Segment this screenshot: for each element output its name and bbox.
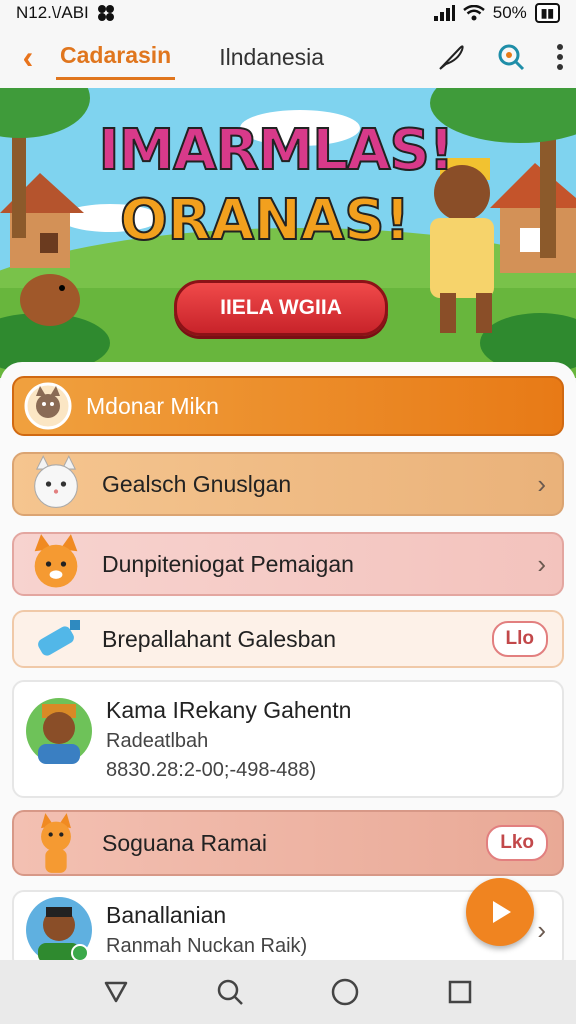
contact-name: Kama IRekany Gahentn [106,696,352,723]
wifi-icon [462,5,485,21]
cat-avatar-icon [24,382,72,430]
list-item-label: Mdonar Mikn [86,392,219,419]
list-item[interactable]: Gealsch Gnuslgan › [12,452,564,516]
app-bar: ‹ Cadarasin Ilndanesia [0,26,576,88]
signal-icon [433,5,455,21]
status-bar: N12.\/ABI 50% ▮▮ [0,0,576,26]
fox-icon [34,534,78,588]
hero-title-line1: IMARMLAS! [98,117,456,184]
list-item[interactable]: Brepallahant Galesban Llo [12,610,564,668]
back-arrow-icon[interactable]: ‹ [0,39,56,76]
contact-card[interactable]: Kama IRekany Gahentn Radeatlbah 8830.28:… [12,680,564,798]
notification-icon [97,5,114,21]
hero-cta-button[interactable]: IIELA WGIIA [174,280,388,336]
tab-cadarasin[interactable]: Cadarasin [56,34,176,80]
contact-phone: 8830.28:2-00;-498-488) [106,758,317,781]
list-item-label: Gealsch Gnuslgan [102,470,292,497]
bottle-icon [38,620,80,656]
battery-percent: 50% [492,3,527,22]
list-item-label: Dunpiteniogat Pemaigan [102,550,354,577]
nav-back-icon[interactable] [103,979,129,1005]
nav-home-icon[interactable] [330,977,360,1007]
battery-icon: ▮▮ [534,3,560,23]
chevron-right-icon: › [537,914,546,945]
hero-banner: IMARMLAS! ORANAS! IIELA WGIIA [0,88,576,378]
chevron-right-icon: › [537,548,546,579]
more-vert-icon[interactable] [556,43,564,71]
avatar [26,897,92,963]
list-item-label: Soguana Ramai [102,829,267,856]
system-nav-bar [0,960,576,1024]
nav-search-icon[interactable] [216,978,244,1006]
play-icon [493,901,511,923]
status-badge[interactable]: Lko [486,825,548,861]
contact-subtitle: Radeatlbah [106,729,209,752]
list-item[interactable]: Mdonar Mikn [12,376,564,436]
list-item[interactable]: Soguana Ramai Lko [12,810,564,876]
contact-subtitle: Ranmah Nuckan Raik) [106,935,308,957]
avatar [26,698,92,764]
chevron-right-icon: › [537,468,546,499]
status-badge[interactable]: Llo [491,621,548,657]
fox-character-icon [41,813,71,873]
nav-recents-icon[interactable] [447,979,473,1005]
feather-icon[interactable] [436,42,466,72]
hero-title-line2: ORANAS! [119,187,411,254]
list-item[interactable]: Dunpiteniogat Pemaigan › [12,532,564,596]
list-item-label: Brepallahant Galesban [102,625,336,652]
contact-name: Banallanian [106,902,227,928]
white-cat-icon [34,455,78,508]
status-time: N12.\/ABI [16,3,89,22]
play-button[interactable] [466,878,534,946]
search-icon[interactable] [496,42,526,72]
tab-ilndanesia[interactable]: Ilndanesia [215,36,328,79]
